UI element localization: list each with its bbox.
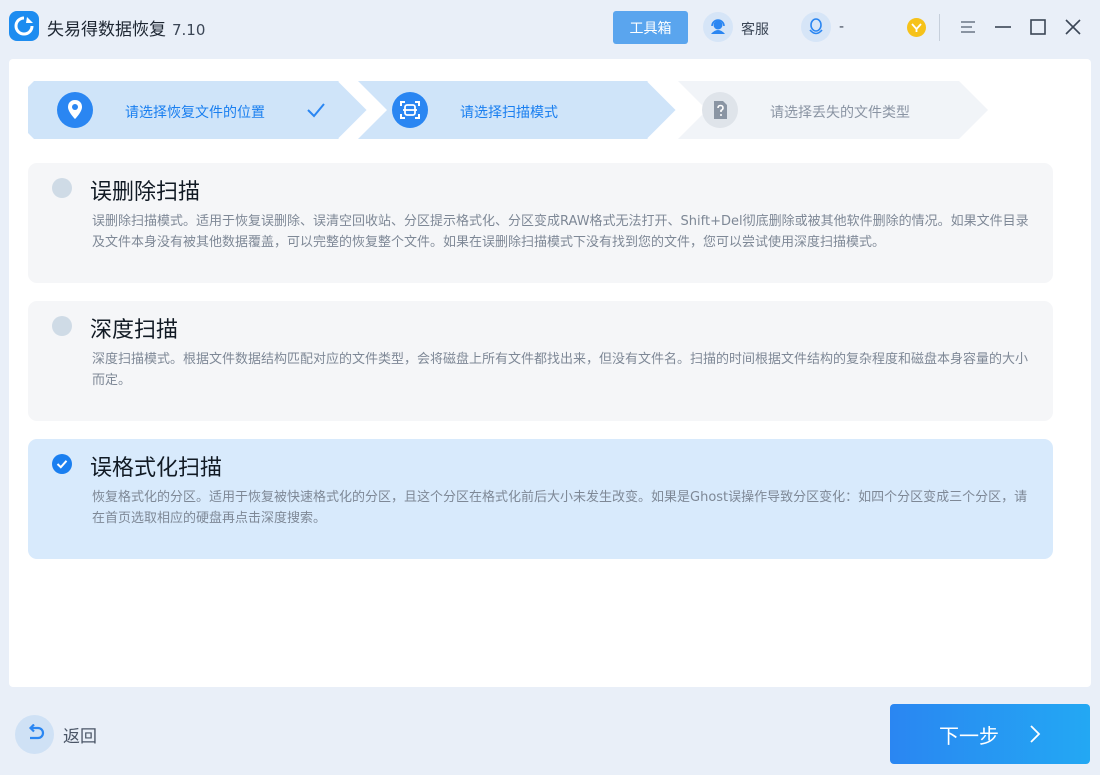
radio-button-checked[interactable]	[52, 454, 72, 474]
option-description: 误删除扫描模式。适用于恢复误删除、误清空回收站、分区提示格式化、分区变成RAW格…	[92, 214, 1029, 250]
app-version: 7.10	[172, 21, 206, 39]
radio-button[interactable]	[52, 178, 72, 198]
minimize-icon[interactable]	[992, 16, 1014, 38]
close-icon[interactable]	[1062, 16, 1084, 38]
radio-button[interactable]	[52, 316, 72, 336]
chevron-right-icon	[1030, 725, 1041, 743]
option-description: 深度扫描模式。根据文件数据结构匹配对应的文件类型，会将磁盘上所有文件都找出来，但…	[92, 352, 1029, 388]
back-label: 返回	[63, 726, 97, 747]
menu-icon[interactable]	[957, 16, 979, 38]
scan-option-deleted[interactable]: 误删除扫描 误删除扫描模式。适用于恢复误删除、误清空回收站、分区提示格式化、分区…	[28, 163, 1053, 283]
scan-option-deep[interactable]: 深度扫描 深度扫描模式。根据文件数据结构匹配对应的文件类型，会将磁盘上所有文件都…	[28, 301, 1053, 421]
step-progress-bar: 请选择恢复文件的位置 请选择扫描模式 请选择丢失的文件类型	[28, 81, 990, 139]
qq-account-label[interactable]: -	[839, 19, 844, 35]
next-label: 下一步	[939, 723, 999, 748]
app-name: 失易得数据恢复	[47, 20, 166, 40]
title-bar: 失易得数据恢复 7.10 工具箱 客服 -	[0, 0, 1100, 55]
back-arrow-icon	[15, 714, 54, 754]
option-title: 误删除扫描	[90, 180, 201, 205]
coin-icon[interactable]	[907, 18, 926, 37]
maximize-icon[interactable]	[1027, 16, 1049, 38]
option-title: 误格式化扫描	[90, 456, 223, 481]
app-title: 失易得数据恢复 7.10	[47, 15, 205, 40]
option-description: 恢复格式化的分区。适用于恢复被快速格式化的分区，且这个分区在格式化前后大小未发生…	[92, 490, 1028, 526]
titlebar-divider	[939, 14, 940, 41]
step-1-label: 请选择恢复文件的位置	[125, 105, 265, 121]
customer-service-link[interactable]: 客服	[741, 19, 769, 39]
checkmark-icon	[307, 103, 325, 118]
scan-icon	[392, 92, 428, 128]
next-button[interactable]: 下一步	[890, 704, 1090, 764]
step-3-label: 请选择丢失的文件类型	[770, 105, 910, 121]
back-button[interactable]: 返回	[15, 714, 97, 754]
qq-penguin-icon[interactable]	[801, 12, 831, 42]
toolbox-button[interactable]: 工具箱	[613, 11, 688, 44]
checkmark-icon	[56, 460, 68, 469]
location-pin-icon	[57, 92, 93, 128]
main-panel: 请选择恢复文件的位置 请选择扫描模式 请选择丢失的文件类型 误删除扫描 误删除扫…	[9, 59, 1091, 687]
headset-icon[interactable]	[703, 12, 733, 42]
scan-option-format[interactable]: 误格式化扫描 恢复格式化的分区。适用于恢复被快速格式化的分区，且这个分区在格式化…	[28, 439, 1053, 559]
question-file-icon	[702, 92, 738, 128]
app-logo-icon	[9, 11, 39, 41]
option-title: 深度扫描	[90, 318, 179, 343]
step-2-label: 请选择扫描模式	[460, 105, 558, 121]
